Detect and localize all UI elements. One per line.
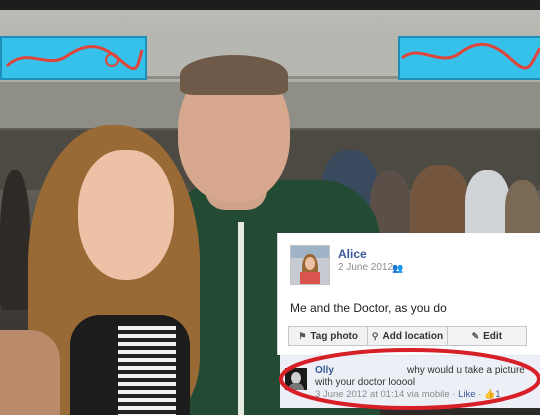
photo-action-bar: ⚑ Tag photo ⚲ Add location ✎ Edit [288, 326, 527, 346]
meta-separator: · [475, 389, 485, 400]
like-count[interactable]: 1 [495, 389, 500, 400]
tag-icon: ⚑ [298, 330, 307, 341]
right-banner [398, 36, 540, 80]
comment-item: Olly why would u take a picture with you… [280, 355, 540, 408]
edit-label: Edit [483, 330, 503, 342]
post-date[interactable]: 2 June 2012 [338, 262, 393, 273]
commenter-name-link[interactable]: Olly [315, 365, 334, 376]
add-location-button[interactable]: ⚲ Add location [368, 327, 448, 345]
edit-button[interactable]: ✎ Edit [448, 327, 526, 345]
friends-icon[interactable]: 👥 [392, 263, 403, 274]
author-avatar[interactable] [290, 245, 330, 285]
like-link[interactable]: Like [458, 389, 475, 400]
add-location-label: Add location [382, 330, 444, 342]
thumbs-up-icon: 👍 [484, 389, 496, 399]
comment-timestamp[interactable]: 3 June 2012 at 01:14 via mobile · [315, 389, 458, 400]
location-pin-icon: ⚲ [371, 330, 379, 341]
pencil-icon: ✎ [471, 330, 480, 341]
photo-info-panel: Alice 2 June 2012 👥 Me and the Doctor, a… [277, 233, 540, 355]
tag-photo-label: Tag photo [310, 330, 358, 342]
commenter-avatar[interactable] [285, 368, 307, 390]
comment-text-line-1: why would u take a picture [407, 365, 525, 376]
post-author-link[interactable]: Alice [338, 247, 367, 261]
comment-meta: 3 June 2012 at 01:14 via mobile · Like ·… [315, 389, 501, 400]
photo-caption: Me and the Doctor, as you do [290, 301, 447, 315]
tag-photo-button[interactable]: ⚑ Tag photo [289, 327, 369, 345]
comment-text-line-2: with your doctor looool [315, 377, 416, 388]
left-banner [0, 36, 147, 80]
